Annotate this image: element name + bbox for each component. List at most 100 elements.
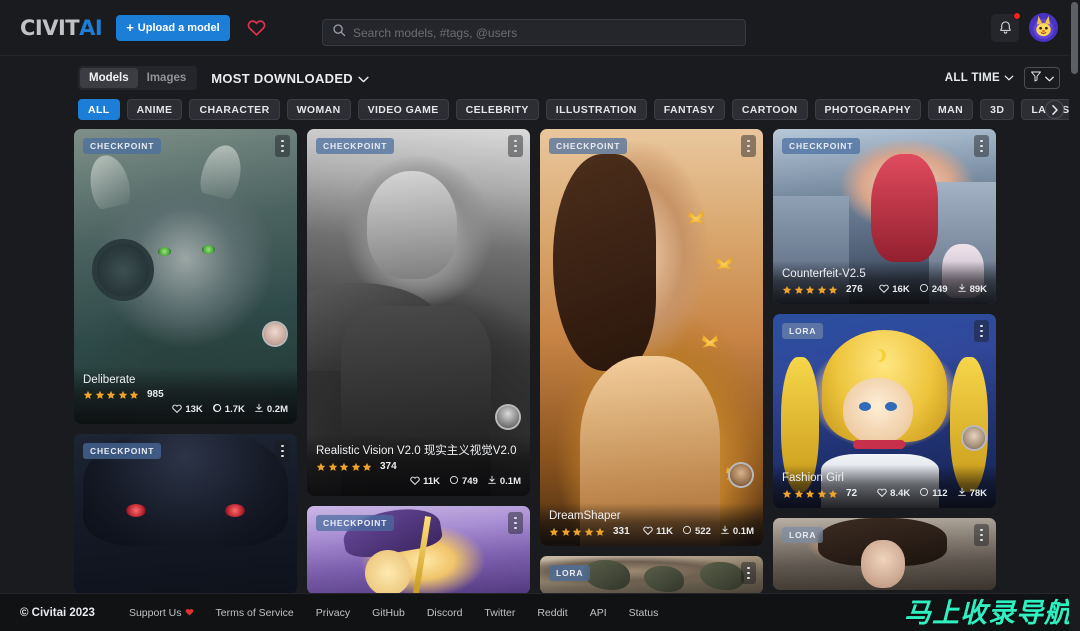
download-icon	[720, 525, 730, 538]
card-comments-count: 749	[462, 476, 478, 487]
model-card-dark-anime[interactable]: CHECKPOINT	[74, 434, 297, 593]
civitai-logo[interactable]: CIVITAI	[20, 16, 102, 40]
chevron-down-icon	[1004, 72, 1014, 84]
favorites-heart-icon[interactable]	[244, 15, 270, 41]
card-menu-button[interactable]	[974, 135, 989, 157]
user-avatar[interactable]	[1029, 13, 1058, 42]
card-menu-button[interactable]	[974, 524, 989, 546]
card-title: Counterfeit-V2.5	[782, 268, 987, 280]
notifications-button[interactable]	[991, 14, 1019, 42]
tag-cartoon[interactable]: CARTOON	[732, 99, 808, 120]
model-grid: CHECKPOINT Deliberate	[0, 129, 1080, 593]
card-likes: 11K	[410, 476, 440, 488]
tag-illustration[interactable]: ILLUSTRATION	[546, 99, 647, 120]
card-menu-button[interactable]	[974, 320, 989, 342]
card-creator-avatar[interactable]	[728, 462, 754, 488]
card-type-badge: CHECKPOINT	[316, 515, 394, 531]
card-rating-row: 374	[316, 461, 521, 472]
plus-icon: +	[126, 21, 134, 34]
tag-woman[interactable]: WOMAN	[287, 99, 351, 120]
card-meta: Realistic Vision V2.0 现实主义视觉V2.0 374	[307, 435, 530, 496]
card-type-badge: CHECKPOINT	[549, 138, 627, 154]
footer-link-status[interactable]: Status	[629, 607, 659, 619]
card-comments: 249	[919, 283, 948, 296]
header-actions	[991, 13, 1064, 42]
card-rating-count: 374	[380, 461, 397, 472]
tag-celebrity[interactable]: CELEBRITY	[456, 99, 539, 120]
search-input[interactable]	[353, 26, 736, 40]
card-menu-button[interactable]	[275, 440, 290, 462]
card-title: Deliberate	[83, 374, 288, 386]
tag-video-game[interactable]: VIDEO GAME	[358, 99, 449, 120]
tag-all[interactable]: ALL	[78, 99, 120, 120]
star-rating-icon	[782, 489, 838, 499]
model-card-dreamshaper[interactable]: CHECKPOINT DreamShaper	[540, 129, 763, 546]
star-rating-icon	[316, 462, 372, 472]
card-meta: DreamShaper 331	[540, 503, 763, 546]
card-type-badge: CHECKPOINT	[83, 138, 161, 154]
grid-column-1: CHECKPOINT Deliberate	[74, 129, 297, 593]
model-card-deliberate[interactable]: CHECKPOINT Deliberate	[74, 129, 297, 424]
grid-column-3: CHECKPOINT DreamShaper	[540, 129, 763, 593]
tag-man[interactable]: MAN	[928, 99, 973, 120]
card-creator-avatar[interactable]	[495, 404, 521, 430]
tag-3d[interactable]: 3D	[980, 99, 1014, 120]
card-rating-row: 276 16K 249 8	[782, 283, 987, 296]
tag-character[interactable]: CHARACTER	[189, 99, 279, 120]
filter-button[interactable]	[1024, 67, 1060, 89]
card-comments-count: 522	[695, 526, 711, 537]
card-comments-count: 112	[932, 488, 947, 499]
search-bar[interactable]	[322, 19, 746, 46]
logo-text-civit: CIVIT	[20, 16, 79, 40]
footer-link-reddit[interactable]: Reddit	[537, 607, 567, 619]
model-card-landscape[interactable]: LORA	[540, 556, 763, 593]
footer-link-twitter[interactable]: Twitter	[484, 607, 515, 619]
time-period-dropdown[interactable]: ALL TIME	[945, 72, 1014, 84]
card-meta: Counterfeit-V2.5 276	[773, 261, 996, 304]
card-downloads: 0.1M	[487, 475, 521, 488]
footer-link-support-us[interactable]: Support Us	[129, 607, 194, 619]
card-meta: Deliberate 985	[74, 367, 297, 424]
card-creator-avatar[interactable]	[961, 425, 987, 451]
upload-a-model-button[interactable]: + Upload a model	[116, 15, 230, 41]
tag-fantasy[interactable]: FANTASY	[654, 99, 725, 120]
tab-images[interactable]: Images	[138, 68, 196, 88]
card-downloads-count: 0.2M	[267, 404, 288, 415]
card-menu-button[interactable]	[741, 135, 756, 157]
card-downloads: 0.2M	[254, 403, 288, 416]
model-card-photo-woman[interactable]: LORA	[773, 518, 996, 590]
footer-link-privacy[interactable]: Privacy	[316, 607, 350, 619]
content-type-segment: Models Images	[78, 66, 197, 90]
tab-models[interactable]: Models	[80, 68, 138, 88]
card-creator-avatar[interactable]	[262, 321, 288, 347]
footer-link-api[interactable]: API	[590, 607, 607, 619]
comment-icon	[449, 475, 459, 488]
footer-link-github[interactable]: GitHub	[372, 607, 405, 619]
card-menu-button[interactable]	[508, 512, 523, 534]
footer-link-terms-of-service[interactable]: Terms of Service	[216, 607, 294, 619]
model-card-witch[interactable]: CHECKPOINT	[307, 506, 530, 593]
model-card-counterfeit[interactable]: CHECKPOINT Counterfeit-V2.5 276	[773, 129, 996, 304]
card-menu-button[interactable]	[275, 135, 290, 157]
page-scrollbar[interactable]	[1069, 0, 1080, 631]
model-card-realistic-vision[interactable]: CHECKPOINT Realistic Vision V2.0 现实主义视觉V…	[307, 129, 530, 496]
model-card-fashion-girl[interactable]: LORA Fashion Girl 7	[773, 314, 996, 508]
card-stats-row: 11K 749 0.1M	[316, 475, 521, 488]
card-title: Fashion Girl	[782, 472, 987, 484]
sort-dropdown[interactable]: MOST DOWNLOADED	[211, 71, 369, 86]
grid-column-4: CHECKPOINT Counterfeit-V2.5 276	[773, 129, 996, 593]
card-menu-button[interactable]	[741, 562, 756, 584]
card-comments: 522	[682, 525, 711, 538]
copyright-text: © Civitai 2023	[20, 607, 95, 619]
tags-next-arrow-icon[interactable]	[1045, 100, 1064, 119]
tag-anime[interactable]: ANIME	[127, 99, 183, 120]
footer-links: Support Us Terms of Service Privacy GitH…	[129, 607, 658, 619]
star-rating-icon	[782, 285, 838, 295]
card-type-badge: CHECKPOINT	[83, 443, 161, 459]
grid-column-2: CHECKPOINT Realistic Vision V2.0 现实主义视觉V…	[307, 129, 530, 593]
tag-photography[interactable]: PHOTOGRAPHY	[815, 99, 921, 120]
footer-link-discord[interactable]: Discord	[427, 607, 463, 619]
card-menu-button[interactable]	[508, 135, 523, 157]
scrollbar-thumb[interactable]	[1071, 2, 1078, 74]
chevron-down-icon	[358, 71, 369, 86]
